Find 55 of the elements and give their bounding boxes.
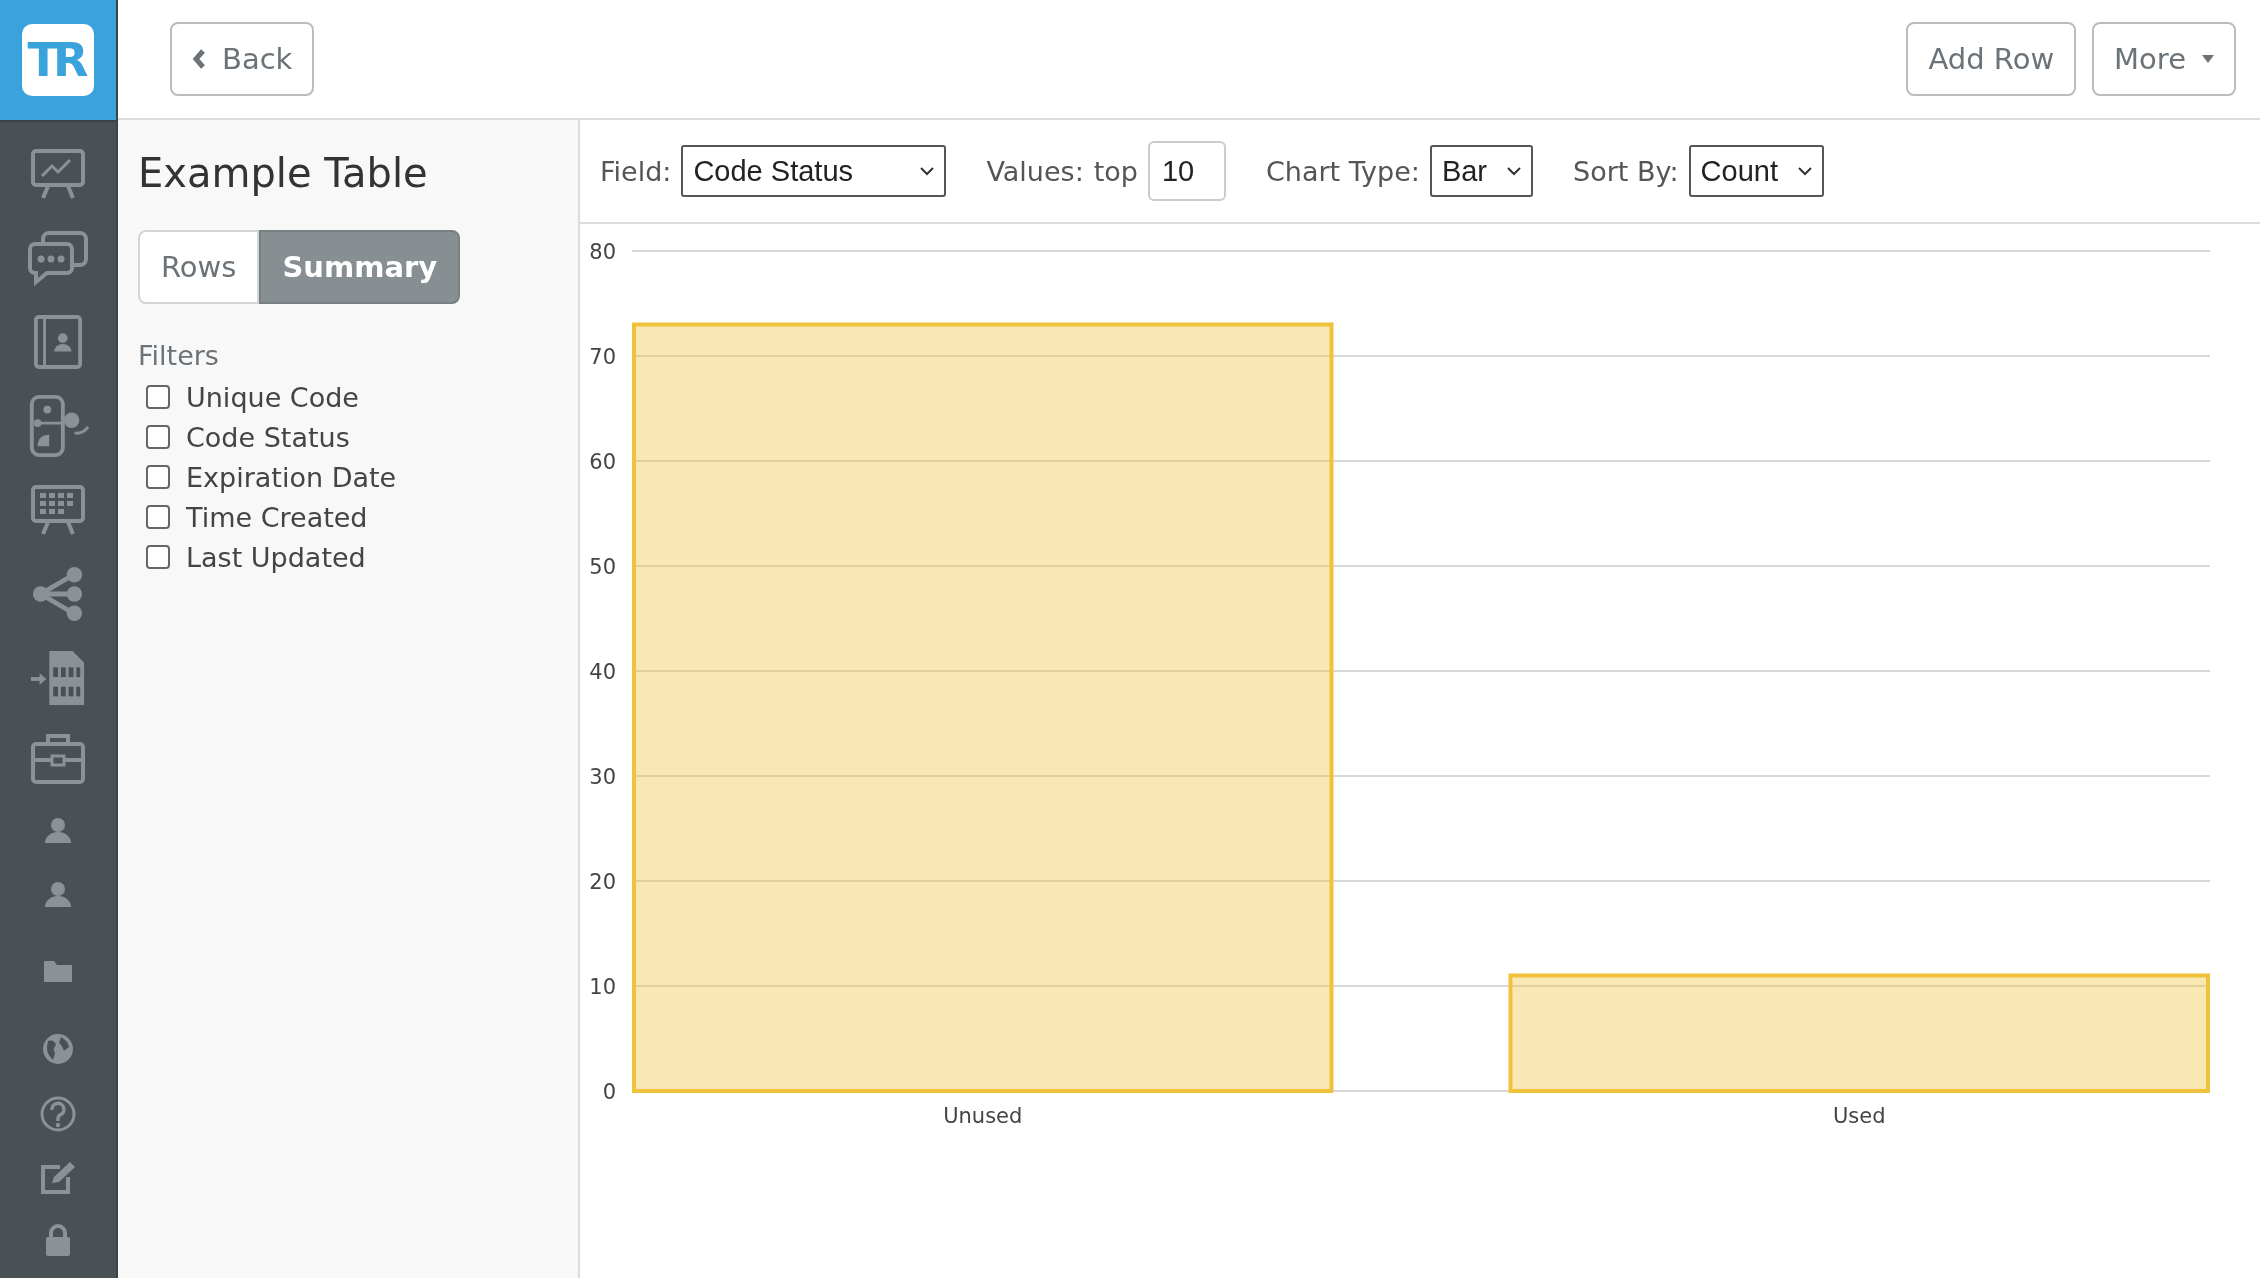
field-label: Sort By: xyxy=(1573,155,1679,187)
filter-checkbox[interactable] xyxy=(146,465,170,489)
more-dropdown-button[interactable]: More xyxy=(2092,22,2236,96)
lock-icon[interactable] xyxy=(44,1223,72,1257)
filters-heading: Filters xyxy=(138,340,220,371)
chevron-left-icon xyxy=(192,49,206,69)
calendar-board-icon[interactable] xyxy=(30,484,86,536)
x-axis-category-label: Used xyxy=(1832,1104,1886,1128)
field-label: Field: xyxy=(600,155,672,187)
y-axis-tick-label: 60 xyxy=(589,450,616,474)
y-axis-tick-label: 30 xyxy=(589,765,616,789)
view-tab[interactable]: Rows xyxy=(138,230,260,304)
caret-down-icon xyxy=(2202,55,2214,63)
filter-label[interactable]: Time Created xyxy=(186,501,368,533)
contact-book-icon[interactable] xyxy=(33,313,83,371)
select-dropdown[interactable]: Code Status xyxy=(681,145,947,197)
person-icon[interactable] xyxy=(44,881,72,907)
y-axis-tick-label: 80 xyxy=(589,240,616,264)
sim-card-arrow-icon[interactable] xyxy=(30,648,86,708)
chevron-down-icon xyxy=(1798,166,1812,176)
field-label: Chart Type: xyxy=(1266,155,1420,187)
select-dropdown[interactable]: Count xyxy=(1688,145,1824,197)
y-axis-tick-label: 50 xyxy=(589,555,616,579)
presentation-chart-icon[interactable] xyxy=(30,148,86,200)
help-icon[interactable] xyxy=(40,1096,76,1132)
y-axis-tick-label: 20 xyxy=(589,870,616,894)
filter-checkbox[interactable] xyxy=(146,385,170,409)
x-axis-category-label: Unused xyxy=(943,1104,1023,1128)
filter-checkbox[interactable] xyxy=(146,425,170,449)
number-input[interactable]: 10 xyxy=(1148,141,1226,201)
filter-checkbox[interactable] xyxy=(146,545,170,569)
edit-icon[interactable] xyxy=(40,1161,76,1195)
person-icon[interactable] xyxy=(44,817,72,843)
filter-label[interactable]: Code Status xyxy=(186,421,350,453)
y-axis-tick-label: 10 xyxy=(589,975,616,999)
chat-bubbles-icon[interactable] xyxy=(27,230,89,286)
filter-label[interactable]: Unique Code xyxy=(186,381,359,413)
chevron-down-icon xyxy=(1507,166,1522,176)
briefcase-icon[interactable] xyxy=(30,732,86,786)
y-axis-tick-label: 70 xyxy=(589,345,616,369)
back-button[interactable]: Back xyxy=(170,22,315,96)
filter-checkbox[interactable] xyxy=(146,505,170,529)
field-label: Values: xyxy=(986,155,1084,187)
add-row-button[interactable]: Add Row xyxy=(1906,22,2077,96)
folder-icon[interactable] xyxy=(43,959,73,983)
select-dropdown[interactable]: Bar xyxy=(1429,145,1534,197)
chevron-down-icon xyxy=(920,166,935,176)
filter-label[interactable]: Last Updated xyxy=(186,541,366,573)
globe-icon[interactable] xyxy=(42,1033,74,1065)
y-axis-tick-label: 0 xyxy=(602,1080,616,1104)
share-icon[interactable] xyxy=(31,565,85,623)
filter-label[interactable]: Expiration Date xyxy=(186,461,397,493)
y-axis-tick-label: 40 xyxy=(589,660,616,684)
table-title: Example Table xyxy=(138,150,429,196)
field-label: top xyxy=(1093,155,1138,187)
